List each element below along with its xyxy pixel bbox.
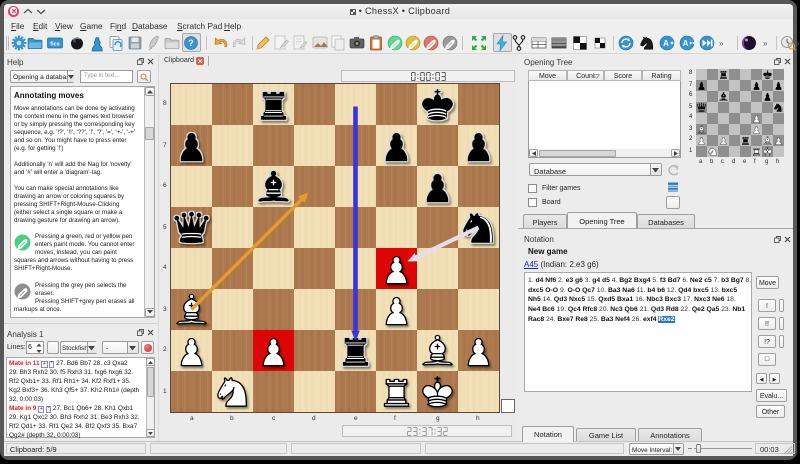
svg-text:fics: fics <box>50 42 59 48</box>
svg-text:A: A <box>683 39 689 48</box>
svg-text:A: A <box>663 39 669 48</box>
svg-text:?: ? <box>188 38 194 48</box>
